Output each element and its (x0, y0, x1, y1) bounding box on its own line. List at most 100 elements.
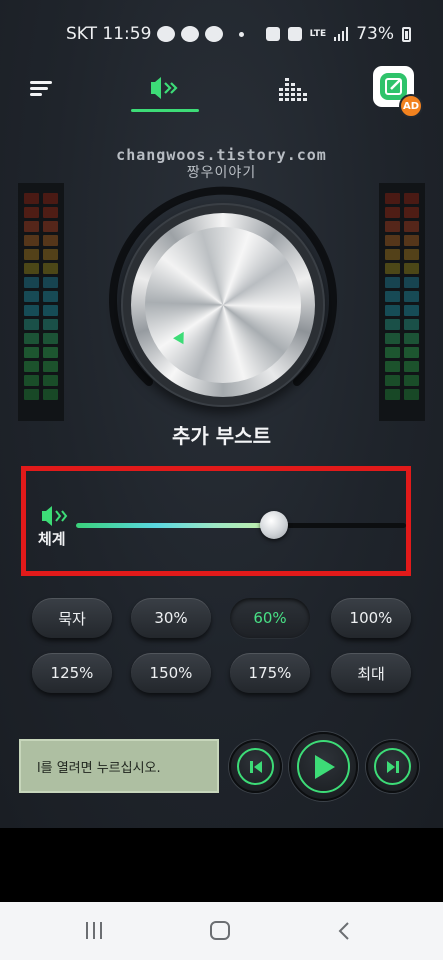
meter-segment (24, 347, 39, 358)
meter-segment (404, 235, 419, 246)
lte-icon: LTE (309, 29, 327, 39)
meter-segment (404, 263, 419, 274)
system-volume-label: 체계 (38, 530, 66, 548)
meter-segment (385, 277, 400, 288)
more-notifications-icon (239, 31, 245, 37)
meter-segment (43, 193, 58, 204)
status-bar: SKT 11:59 LTE 73% (0, 0, 443, 66)
status-right: LTE 73% (265, 24, 411, 44)
preset-button-100[interactable]: 100% (331, 598, 411, 638)
meter-segment (404, 361, 419, 372)
slider-highlight-box (21, 466, 411, 576)
meter-segment (385, 263, 400, 274)
meter-segment (385, 375, 400, 386)
preset-button-125[interactable]: 125% (32, 653, 112, 693)
meter-segment (404, 389, 419, 400)
meter-segment (404, 207, 419, 218)
message-notification-icon (181, 26, 200, 42)
status-left: SKT 11:59 (66, 24, 245, 44)
meter-segment (24, 249, 39, 260)
active-tab-indicator (131, 109, 199, 112)
app-notification-icon (205, 26, 224, 42)
meter-segment (24, 221, 39, 232)
back-icon[interactable] (337, 921, 351, 941)
boost-knob[interactable] (131, 213, 315, 397)
meter-segment (43, 375, 58, 386)
previous-track-button[interactable] (229, 740, 282, 793)
carrier-time: SKT 11:59 (66, 24, 152, 44)
meter-segment (24, 277, 39, 288)
meter-segment (385, 193, 400, 204)
ad-badge: AD (399, 94, 423, 118)
preset-button-60[interactable]: 60% (230, 598, 310, 638)
recent-apps-icon[interactable] (86, 922, 104, 939)
system-volume-slider[interactable] (76, 523, 406, 528)
preset-button-175[interactable]: 175% (230, 653, 310, 693)
meter-segment (43, 249, 58, 260)
meter-segment (43, 347, 58, 358)
open-player-ticker[interactable]: l를 열려면 누르십시오. (19, 739, 219, 793)
signal-icon (334, 27, 349, 41)
meter-segment (43, 361, 58, 372)
meter-segment (385, 291, 400, 302)
meter-segment (43, 389, 58, 400)
alarm-icon (265, 27, 280, 41)
boost-knob-control[interactable] (104, 186, 342, 424)
watermark-name: 짱우이야기 (186, 165, 257, 181)
meter-segment (24, 263, 39, 274)
meter-segment (24, 193, 39, 204)
meter-segment (404, 347, 419, 358)
meter-segment (385, 361, 400, 372)
meter-segment (385, 249, 400, 260)
meter-segment (24, 333, 39, 344)
meter-segment (385, 333, 400, 344)
meter-segment (43, 263, 58, 274)
level-meter-right (379, 183, 425, 421)
meter-segment (404, 277, 419, 288)
speaker-boost-icon (151, 77, 178, 99)
meter-segment (404, 221, 419, 232)
meter-segment (43, 221, 58, 232)
play-button[interactable] (289, 732, 358, 801)
next-track-button[interactable] (366, 740, 419, 793)
slider-thumb[interactable] (260, 511, 288, 539)
meter-segment (24, 207, 39, 218)
hamburger-menu-icon[interactable] (30, 79, 52, 99)
meter-segment (385, 305, 400, 316)
ad-app-button[interactable]: AD (373, 66, 423, 118)
meter-segment (43, 235, 58, 246)
meter-segment (385, 347, 400, 358)
meter-segment (24, 375, 39, 386)
system-volume-icon (42, 506, 68, 526)
meter-segment (43, 291, 58, 302)
battery-percent: 73% (356, 24, 394, 44)
meter-segment (24, 291, 39, 302)
app-screen: SKT 11:59 LTE 73% AD changwoos.tistory.c… (0, 0, 443, 828)
mute-icon (287, 27, 302, 41)
meter-segment (385, 235, 400, 246)
preset-button-30[interactable]: 30% (131, 598, 211, 638)
system-navigation-bar (0, 902, 443, 960)
meter-segment (385, 221, 400, 232)
meter-segment (404, 193, 419, 204)
boost-label: 추가 부스트 (172, 424, 271, 448)
preset-button-mute[interactable]: 묵자 (32, 598, 112, 638)
meter-segment (24, 305, 39, 316)
equalizer-bars-icon (279, 78, 307, 101)
battery-icon (402, 26, 411, 42)
tab-equalizer[interactable] (277, 74, 309, 104)
meter-segment (43, 319, 58, 330)
meter-segment (24, 361, 39, 372)
preset-button-max[interactable]: 최대 (331, 653, 411, 693)
meter-segment (385, 389, 400, 400)
meter-segment (404, 291, 419, 302)
home-icon[interactable] (210, 921, 230, 940)
meter-segment (24, 319, 39, 330)
meter-segment (385, 207, 400, 218)
meter-segment (385, 319, 400, 330)
meter-segment (404, 333, 419, 344)
preset-button-150[interactable]: 150% (131, 653, 211, 693)
meter-segment (404, 319, 419, 330)
tab-volume-boost[interactable] (131, 72, 199, 112)
kakaotalk-notification-icon (157, 26, 176, 42)
